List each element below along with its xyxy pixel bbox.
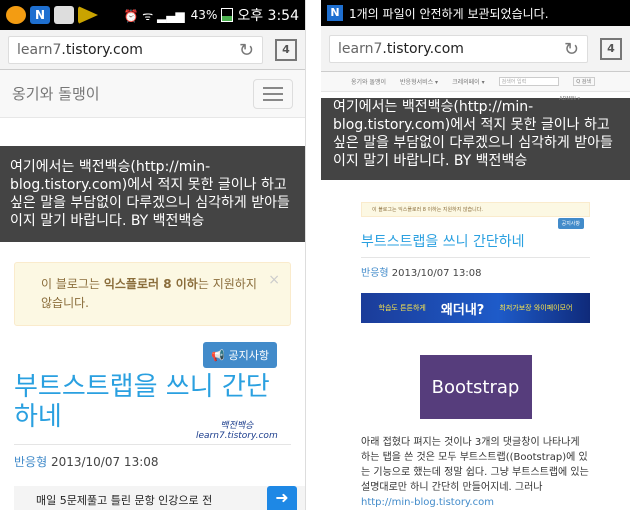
search-input[interactable]: 검색어 입력 [498, 77, 559, 86]
blog-description-banner: 여기에서는 백전백승(http://min-blog.tistory.com)에… [321, 98, 630, 180]
blog-description-banner: 여기에서는 백전백승(http://min-blog.tistory.com)에… [0, 146, 305, 242]
browser-address-bar: learn7 .tistory.com ↻ 4 [321, 26, 630, 72]
url-input[interactable]: learn7 .tistory.com ↻ [8, 35, 263, 64]
post-date: 2013/10/07 13:08 [391, 268, 482, 279]
bottom-ad-banner[interactable]: 매일 5문제풀고 틀린 문항 인강으로 전 [14, 486, 305, 510]
reload-icon[interactable]: ↻ [564, 39, 579, 60]
post-meta: 반응형 2013/10/07 13:08 [0, 453, 305, 470]
url-domain: .tistory.com [61, 41, 143, 58]
url-domain: .tistory.com [382, 40, 464, 57]
menu-toggle-button[interactable] [253, 78, 293, 109]
phone-screen-right: N 1개의 파일이 안전하게 보관되었습니다. learn7 .tistory.c… [321, 0, 630, 510]
ndrive-icon: N [327, 5, 343, 21]
reload-icon[interactable]: ↻ [239, 40, 254, 61]
menu-responsive[interactable]: 반응형서비스 ▾ [400, 77, 438, 86]
body-link[interactable]: http://min-blog.tistory.com [361, 497, 494, 508]
battery-level: 43% [190, 8, 218, 22]
post-meta: 반응형 2013/10/07 13:08 [321, 264, 630, 279]
notice-button[interactable]: 📢 공지사항 [203, 342, 277, 368]
post-title[interactable]: 부트스트랩을 쓰니 간단하네 [321, 231, 630, 251]
status-bar: N ⏰ ᯤ ▂▄▆ 43% 오후 3:54 [0, 0, 305, 30]
ndrive-toast: N 1개의 파일이 안전하게 보관되었습니다. [321, 0, 630, 26]
post-author[interactable]: 반응형 [361, 268, 389, 279]
post-author[interactable]: 반응형 [14, 455, 47, 469]
tab-switcher-button[interactable]: 4 [275, 38, 297, 61]
search-button[interactable]: Q 검색 [572, 77, 595, 86]
signal-icons: ⏰ ᯤ ▂▄▆ [123, 8, 185, 23]
clock: 오후 3:54 [237, 8, 299, 24]
blog-navbar: 옹기와 돌맹이 [0, 70, 305, 118]
browser-warning-alert: 이 블로그는 익스플로러 8 이하는 지원하지 않습니다. × [14, 262, 291, 326]
blog-navbar-desktop: 옹기와 돌맹이 반응형서비스 ▾ 크레의페이 ▾ 검색어 입력 Q 검색 [321, 72, 630, 92]
post-body: 아래 접혔다 펴지는 것이나 3개의 댓글창이 나타나게 하는 탭을 쓴 것은 … [361, 437, 589, 508]
browser-address-bar: learn7 .tistory.com ↻ 4 [0, 30, 305, 70]
browser-warning-alert: 이 블로그는 익스플로러 8 이하는 지원하지 않습니다. [361, 202, 590, 217]
ad-banner[interactable]: 학습도 튼튼하게 왜더내? 최저가보장 와이페이모어 [361, 293, 590, 323]
blog-brand[interactable]: 옹기와 돌맹이 [12, 83, 100, 104]
menu-creative[interactable]: 크레의페이 ▾ [452, 77, 485, 86]
signature-watermark: 백전백승 learn7.tistory.com [196, 421, 278, 441]
arrow-right-icon[interactable]: ➜ [267, 486, 297, 510]
post-date: 2013/10/07 13:08 [50, 455, 159, 469]
url-input[interactable]: learn7 .tistory.com ↻ [329, 34, 588, 63]
admin-menu[interactable]: ADMIN ▾ [559, 96, 580, 102]
notice-button[interactable]: 공지사항 [557, 218, 584, 229]
battery-icon [221, 8, 234, 22]
ndrive-icon: N [30, 6, 50, 24]
phone-screen-left: N ⏰ ᯤ ▂▄▆ 43% 오후 3:54 learn7 .tistory.com… [0, 0, 306, 510]
bootstrap-logo-image: Bootstrap [419, 355, 532, 419]
play-icon [78, 6, 98, 24]
image-icon [54, 6, 74, 24]
blog-brand[interactable]: 옹기와 돌맹이 [351, 77, 386, 86]
tab-switcher-button[interactable]: 4 [600, 37, 622, 60]
hamburger-icon [263, 86, 283, 89]
alert-close-icon[interactable]: × [268, 271, 280, 290]
app-notification-icon [6, 6, 26, 24]
url-host: learn7 [338, 40, 383, 57]
url-host: learn7 [17, 41, 62, 58]
